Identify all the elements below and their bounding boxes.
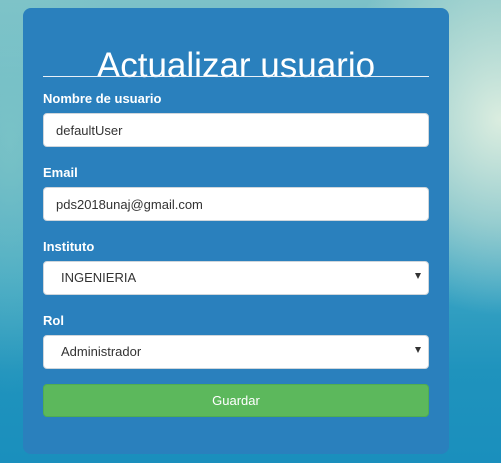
instituto-label: Instituto (43, 239, 95, 254)
rol-selected-value: Administrador (61, 344, 142, 359)
rol-select[interactable]: Administrador (43, 335, 429, 369)
email-input[interactable] (43, 187, 429, 221)
chevron-down-icon (415, 347, 421, 353)
username-input[interactable] (43, 113, 429, 147)
save-button[interactable]: Guardar (43, 384, 429, 417)
email-label: Email (43, 165, 78, 180)
instituto-selected-value: INGENIERIA (61, 270, 137, 285)
chevron-down-icon (415, 273, 421, 279)
rol-label: Rol (43, 313, 64, 328)
title-divider (43, 76, 429, 77)
username-label: Nombre de usuario (43, 91, 162, 106)
instituto-select[interactable]: INGENIERIA (43, 261, 429, 295)
update-user-card: Actualizar usuario Nombre de usuario Ema… (23, 8, 449, 454)
form-title: Actualizar usuario (96, 46, 376, 85)
